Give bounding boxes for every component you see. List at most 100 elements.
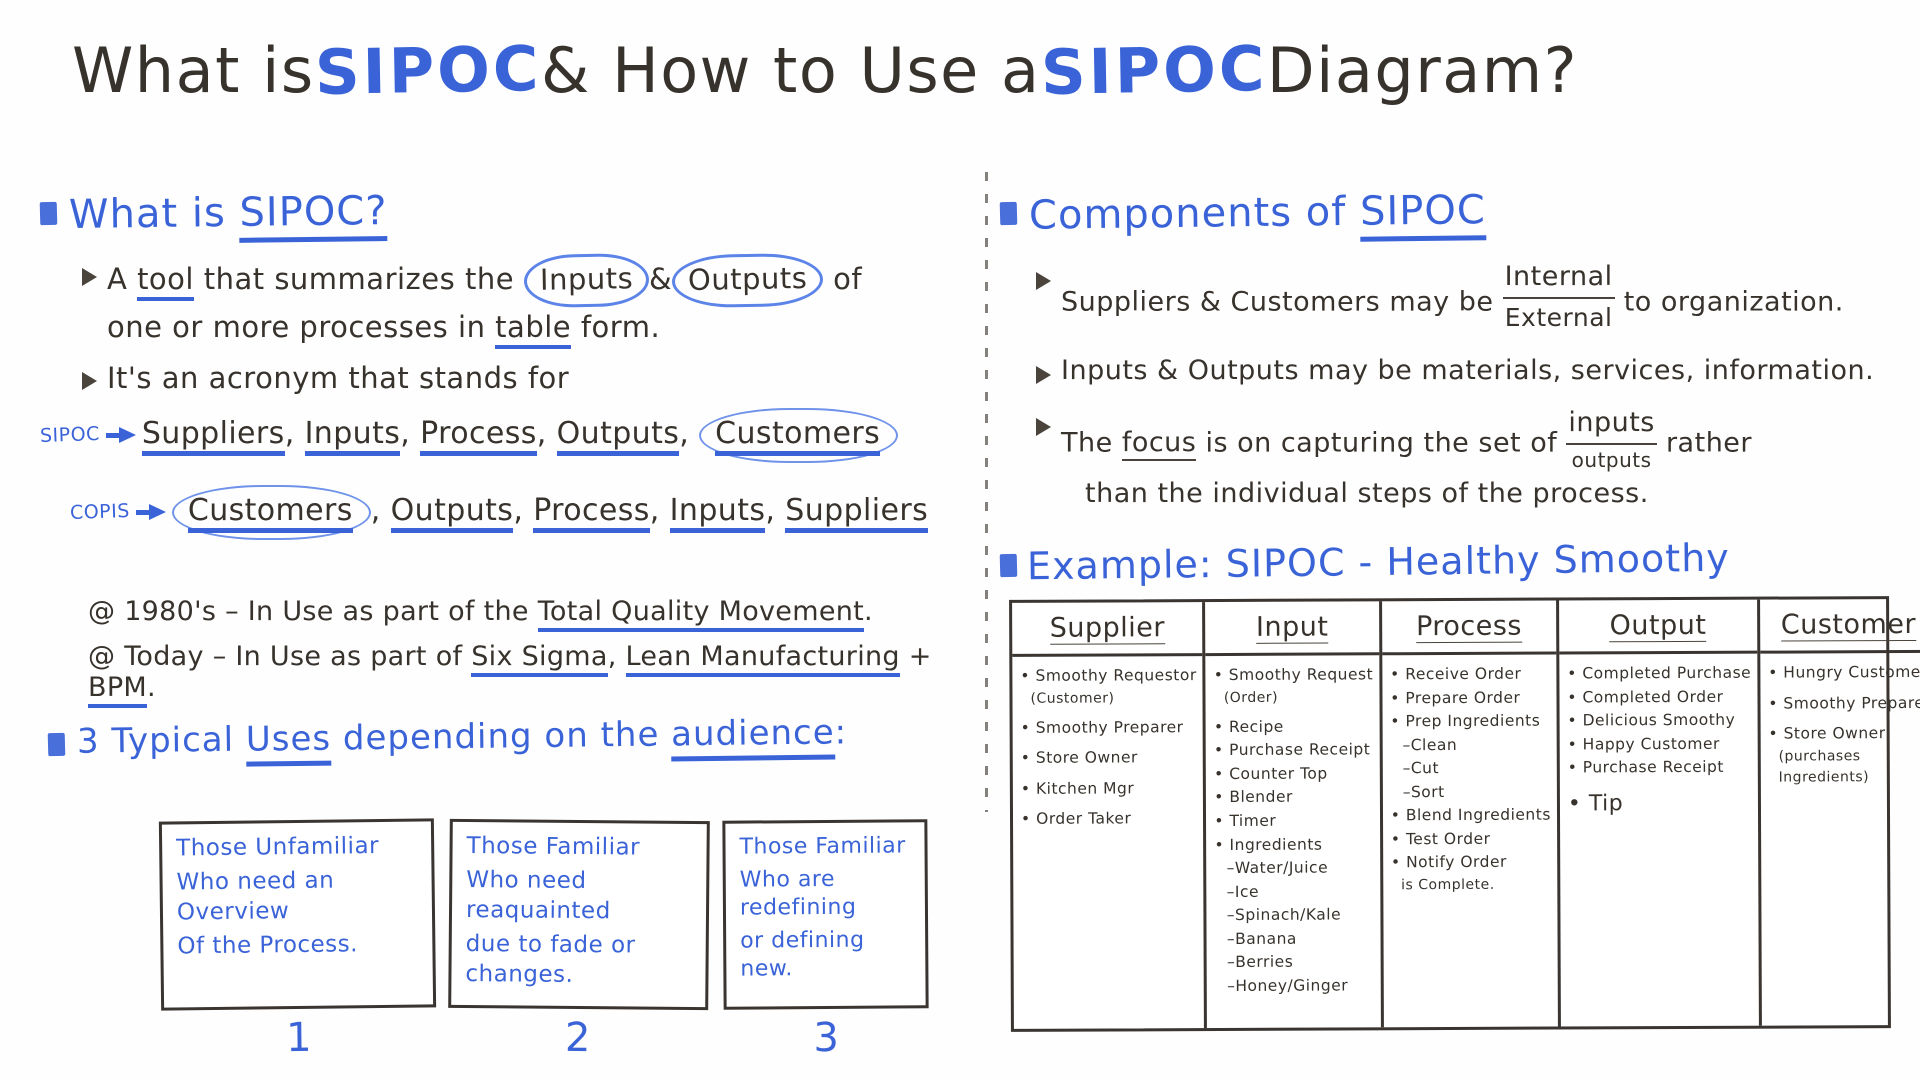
copis-w1: Outputs <box>390 492 514 533</box>
circled-customers-2: Customers <box>171 484 371 540</box>
cell: Order Taker <box>1021 808 1197 832</box>
cell: Smoothy Preparer <box>1021 716 1197 740</box>
column-body-customer: Hungry Customer Smoothy Preparer Store O… <box>1760 653 1920 795</box>
history-today-u2: Lean Manufacturing <box>625 640 900 677</box>
box1-title: Those Unfamiliar <box>176 832 380 862</box>
box1-line2: Of the Process. <box>177 930 359 960</box>
arrow-right-icon <box>135 504 166 521</box>
rb1-b: to organization. <box>1614 286 1844 318</box>
copis-w3: Inputs <box>669 492 766 533</box>
cell: Receive Order <box>1390 663 1550 687</box>
use-case-boxes: Those Unfamiliar Who need an Overview Of… <box>158 818 929 1062</box>
cell: Notify Order <box>1391 851 1551 875</box>
cell: Ingredients) <box>1778 769 1870 786</box>
bullet1-tool: tool <box>137 262 194 301</box>
bullet1-c: of <box>823 262 863 296</box>
left-bullet-1: A tool that summarizes the Inputs & Output… <box>82 252 970 350</box>
acronym-tag-sipoc: SIPOC <box>39 422 101 448</box>
arrow-right-icon <box>105 427 136 444</box>
cell: Smoothy Request <box>1214 663 1374 687</box>
rb3-line2: than the individual steps of the process… <box>1085 477 1649 509</box>
history-today-u1: Six Sigma <box>471 640 608 677</box>
bullet1-amp: & <box>648 262 673 296</box>
rb3-b: is on capturing the set of <box>1196 427 1567 459</box>
frac-bottom: External <box>1504 303 1613 333</box>
circled-customers: Customers <box>699 407 899 463</box>
table-column-input: Input Smoothy Request (Order) Recipe Pur… <box>1205 601 1384 1029</box>
cell: Prepare Order <box>1390 686 1550 710</box>
cell: Smoothy Requestor <box>1020 664 1196 688</box>
use-case-box-3: Those Familiar Who are redefining or def… <box>722 819 929 1062</box>
cell: Smoothy Preparer <box>1768 691 1920 715</box>
right-bullet-1: Suppliers & Customers may be Internal Ext… <box>1036 258 1890 336</box>
history-today-u3: BPM <box>88 671 148 708</box>
sipoc-w3: Outputs <box>556 415 680 456</box>
fraction-inputs-outputs: inputs outputs <box>1566 404 1657 475</box>
history-1980-c: . <box>864 595 873 627</box>
rb3-a: The <box>1061 427 1122 459</box>
cell: Sort <box>1391 780 1551 804</box>
square-bullet-icon <box>47 732 66 756</box>
right-heading-underlined: SIPOC <box>1359 187 1487 242</box>
cell: (purchases <box>1778 747 1861 765</box>
cell: Ice <box>1215 880 1375 904</box>
cell: Cut <box>1391 757 1551 781</box>
box2-title: Those Familiar <box>466 833 641 861</box>
cell: Timer <box>1214 809 1374 833</box>
table-column-customer: Customer Hungry Customer Smoothy Prepare… <box>1759 598 1920 1026</box>
column-header-supplier: Supplier <box>1012 602 1203 657</box>
column-divider <box>985 172 988 812</box>
cell: Delicious Smoothy <box>1567 709 1751 733</box>
history-today-c: . <box>147 671 156 703</box>
copis-w0: Customers <box>187 492 353 533</box>
copis-w4: Suppliers <box>785 492 929 533</box>
right-heading: Components of SIPOC <box>1029 187 1487 242</box>
table-column-output: Output Completed Purchase Completed Orde… <box>1558 599 1762 1027</box>
bullet1-table: table <box>495 310 572 350</box>
frac-top: inputs <box>1566 404 1657 446</box>
cell: Berries <box>1215 951 1375 975</box>
triangle-bullet-icon <box>82 268 97 286</box>
uses-word: Uses <box>245 718 332 767</box>
uses-c: : <box>834 711 848 752</box>
right-heading-row: Components of SIPOC <box>999 187 1890 242</box>
title-part-3: Diagram? <box>1266 34 1579 107</box>
cell: Prep Ingredients <box>1390 710 1550 734</box>
history-today-b: – In Use as part of <box>212 640 472 672</box>
cell: Purchase Receipt <box>1568 756 1752 780</box>
cell: Test Order <box>1391 827 1551 851</box>
bullet2-text: It's an acronym that stands for <box>107 361 570 396</box>
copis-w2: Process <box>533 492 650 533</box>
example-heading-row: Example: SIPOC - Healthy Smoothy <box>999 536 1730 588</box>
right-bullet-3: The focus is on capturing the set of inp… <box>1036 404 1890 513</box>
history-1980-a: 1980's <box>124 595 226 627</box>
history-marker: @ <box>88 595 116 627</box>
cell: Spinach/Kale <box>1215 904 1375 928</box>
uses-a: Typical <box>99 719 247 761</box>
box3-line1: Who are redefining <box>739 866 857 921</box>
cell: (Customer) <box>1030 690 1115 707</box>
acronym-words-sipoc: Suppliers, Inputs, Process, Outputs, Cus… <box>141 407 899 463</box>
cell: Recipe <box>1214 715 1374 739</box>
rb3-c: rather <box>1656 427 1753 459</box>
example-title: SIPOC - Healthy Smoothy <box>1225 535 1731 586</box>
title-part-2: & How to Use a <box>541 34 1041 107</box>
box3-number: 3 <box>813 1015 840 1062</box>
cell: Purchase Receipt <box>1214 739 1374 763</box>
uses-audience: audience <box>670 711 835 761</box>
column-body-process: Receive Order Prepare Order Prep Ingredi… <box>1382 655 1557 903</box>
box2-line1: Who need reaquainted <box>465 866 611 925</box>
square-bullet-icon <box>999 201 1018 226</box>
left-column: What is SIPOC? A tool that summarizes th… <box>39 188 970 767</box>
circled-outputs: Outputs <box>671 252 824 309</box>
cell: Completed Purchase <box>1567 662 1751 686</box>
box3-title: Those Familiar <box>739 833 906 860</box>
left-heading: What is SIPOC? <box>69 188 388 243</box>
history-line-1980s: @ 1980's – In Use as part of the Total Q… <box>88 595 970 632</box>
box2-line2: due to fade or changes. <box>465 930 636 988</box>
title-acronym-2: SIPOC <box>1039 32 1268 109</box>
title-acronym-1: SIPOC <box>314 32 542 109</box>
cell: (Order) <box>1223 689 1279 706</box>
cell: Hungry Customer <box>1768 661 1920 685</box>
sipoc-w2: Process <box>420 415 537 456</box>
